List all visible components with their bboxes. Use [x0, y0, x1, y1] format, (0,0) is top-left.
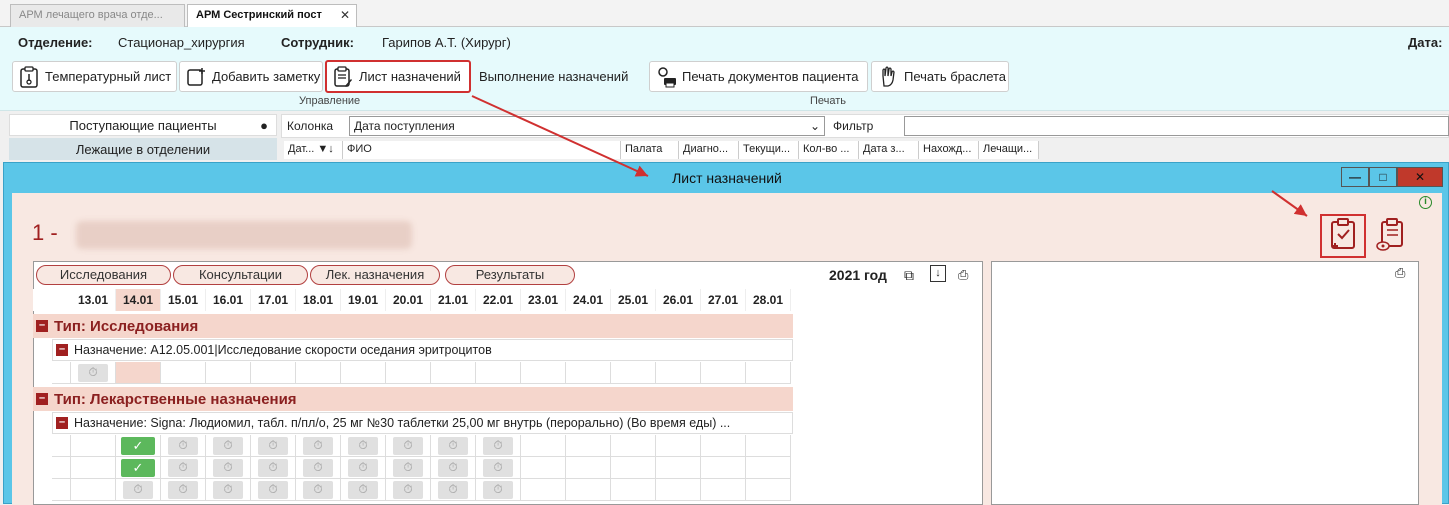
annotation-arrows: [471, 95, 1308, 217]
arrow-to-add-button: [1271, 190, 1308, 217]
arrow-to-window: [471, 95, 649, 177]
